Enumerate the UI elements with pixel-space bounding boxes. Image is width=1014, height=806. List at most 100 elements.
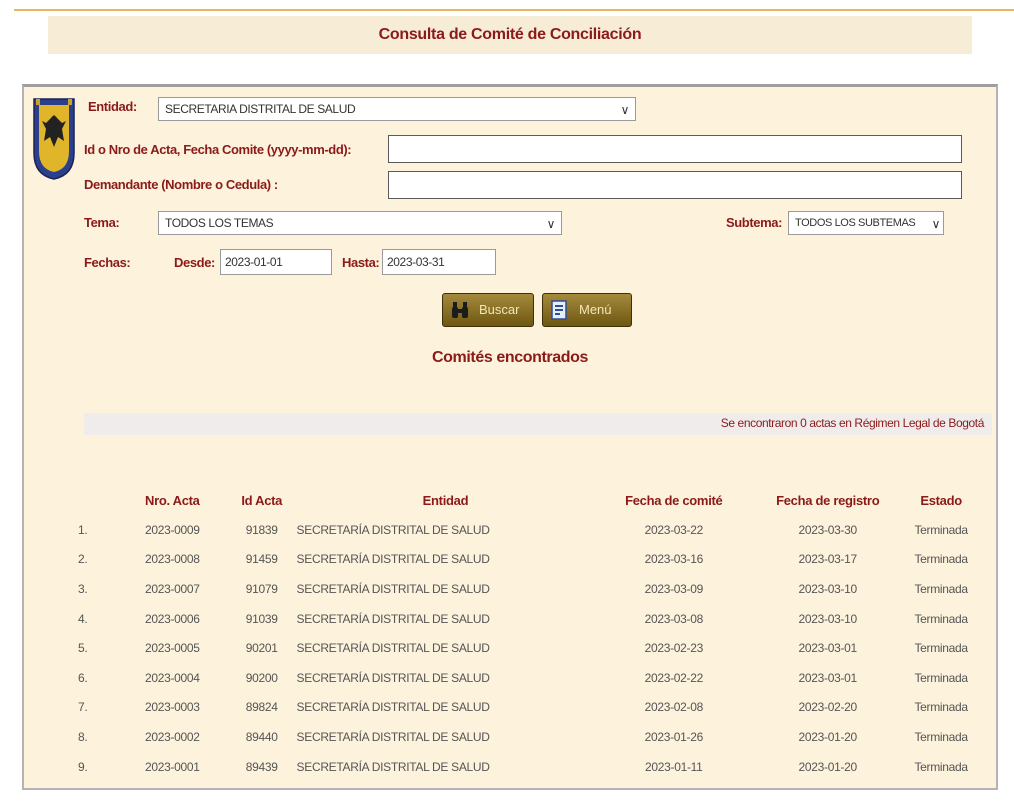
nro-acta-cell: 2023-0008 xyxy=(144,552,200,567)
table-header-row: Nro. Acta Id Acta Entidad Fecha de comit… xyxy=(72,485,980,515)
fecha-comite-cell: 2023-03-09 xyxy=(644,581,704,596)
table-row[interactable]: 4. 2023-0006 91039 SECRETARÍA DISTRITAL … xyxy=(72,604,980,634)
estado-cell: Terminada xyxy=(914,522,968,537)
entidad-label: Entidad: xyxy=(88,99,137,114)
entidad-cell: SECRETARÍA DISTRITAL DE SALUD xyxy=(296,581,490,596)
row-number: 9. xyxy=(78,759,88,774)
results-info-text: Se encontraron 0 actas en Régimen Legal … xyxy=(720,416,985,430)
table-row[interactable]: 7. 2023-0003 89824 SECRETARÍA DISTRITAL … xyxy=(72,693,980,723)
tema-select[interactable]: TODOS LOS TEMAS ∨ xyxy=(158,211,562,235)
fecha-registro-cell: 2023-03-01 xyxy=(798,641,858,656)
table-row[interactable]: 1. 2023-0009 91839 SECRETARÍA DISTRITAL … xyxy=(72,515,980,545)
table-row[interactable]: 2. 2023-0008 91459 SECRETARÍA DISTRITAL … xyxy=(72,545,980,575)
table-row[interactable]: 8. 2023-0002 89440 SECRETARÍA DISTRITAL … xyxy=(72,722,980,752)
col-header-fecha-comite: Fecha de comité xyxy=(625,492,723,508)
nro-acta-cell: 2023-0006 xyxy=(144,611,200,626)
nro-acta-cell: 2023-0002 xyxy=(144,729,200,744)
id-acta-cell: 91839 xyxy=(245,522,278,537)
results-title: Comités encontrados xyxy=(432,349,588,366)
entidad-cell: SECRETARÍA DISTRITAL DE SALUD xyxy=(296,641,490,656)
nro-acta-cell: 2023-0005 xyxy=(144,641,200,656)
estado-cell: Terminada xyxy=(914,729,968,744)
fecha-registro-cell: 2023-02-20 xyxy=(798,700,858,715)
desde-input[interactable]: 2023-01-01 xyxy=(220,249,332,275)
fechas-label: Fechas: xyxy=(84,255,131,270)
estado-cell: Terminada xyxy=(914,700,968,715)
fecha-registro-cell: 2023-03-17 xyxy=(798,552,858,567)
buscar-button[interactable]: Buscar xyxy=(442,293,534,327)
entidad-cell: SECRETARÍA DISTRITAL DE SALUD xyxy=(296,729,490,744)
fecha-comite-cell: 2023-03-16 xyxy=(644,552,704,567)
row-number: 2. xyxy=(78,552,88,567)
id-acta-cell: 90200 xyxy=(245,670,278,685)
demandante-input[interactable] xyxy=(388,171,962,199)
entidad-select[interactable]: SECRETARIA DISTRITAL DE SALUD ∨ xyxy=(158,97,636,121)
chevron-down-icon: ∨ xyxy=(546,217,556,231)
acta-label: Id o Nro de Acta, Fecha Comite (yyyy-mm-… xyxy=(84,142,352,157)
id-acta-cell: 91039 xyxy=(245,611,278,626)
nro-acta-cell: 2023-0001 xyxy=(144,759,200,774)
results-table: Nro. Acta Id Acta Entidad Fecha de comit… xyxy=(72,485,980,781)
row-number: 5. xyxy=(78,641,88,656)
entidad-cell: SECRETARÍA DISTRITAL DE SALUD xyxy=(296,700,490,715)
demandante-label: Demandante (Nombre o Cedula) : xyxy=(84,177,278,192)
nro-acta-cell: 2023-0009 xyxy=(144,522,200,537)
tema-label: Tema: xyxy=(84,215,120,230)
document-icon xyxy=(551,300,567,320)
id-acta-cell: 91079 xyxy=(245,581,278,596)
estado-cell: Terminada xyxy=(914,552,968,567)
binoculars-icon xyxy=(452,302,468,318)
fecha-registro-cell: 2023-01-20 xyxy=(798,759,858,774)
table-row[interactable]: 5. 2023-0005 90201 SECRETARÍA DISTRITAL … xyxy=(72,633,980,663)
estado-cell: Terminada xyxy=(914,611,968,626)
id-acta-cell: 91459 xyxy=(245,552,278,567)
fecha-comite-cell: 2023-01-26 xyxy=(644,729,704,744)
row-number: 4. xyxy=(78,611,88,626)
fecha-registro-cell: 2023-01-20 xyxy=(798,729,858,744)
col-header-fecha-registro: Fecha de registro xyxy=(776,492,880,508)
nro-acta-cell: 2023-0007 xyxy=(144,581,200,596)
entidad-cell: SECRETARÍA DISTRITAL DE SALUD xyxy=(296,522,490,537)
chevron-down-icon: ∨ xyxy=(931,217,941,231)
entidad-value: SECRETARIA DISTRITAL DE SALUD xyxy=(165,102,356,116)
acta-input[interactable] xyxy=(388,135,962,163)
col-header-entidad: Entidad xyxy=(422,492,469,508)
bogota-coat-of-arms-icon xyxy=(33,98,75,180)
top-divider xyxy=(14,9,1014,11)
fecha-comite-cell: 2023-03-08 xyxy=(644,611,704,626)
estado-cell: Terminada xyxy=(914,641,968,656)
entidad-cell: SECRETARÍA DISTRITAL DE SALUD xyxy=(296,611,490,626)
chevron-down-icon: ∨ xyxy=(620,103,630,117)
id-acta-cell: 89439 xyxy=(245,759,278,774)
table-row[interactable]: 9. 2023-0001 89439 SECRETARÍA DISTRITAL … xyxy=(72,752,980,782)
hasta-input[interactable]: 2023-03-31 xyxy=(382,249,496,275)
table-row[interactable]: 3. 2023-0007 91079 SECRETARÍA DISTRITAL … xyxy=(72,574,980,604)
desde-label: Desde: xyxy=(174,255,215,270)
estado-cell: Terminada xyxy=(914,581,968,596)
row-number: 6. xyxy=(78,670,88,685)
row-number: 3. xyxy=(78,581,88,596)
col-header-id-acta: Id Acta xyxy=(241,492,283,508)
subtema-select[interactable]: TODOS LOS SUBTEMAS ∨ xyxy=(788,211,944,235)
id-acta-cell: 89440 xyxy=(245,729,278,744)
info-bar: Se encontraron 0 actas en Régimen Legal … xyxy=(84,413,992,435)
menu-label: Menú xyxy=(579,302,612,317)
menu-button[interactable]: Menú xyxy=(542,293,632,327)
fecha-comite-cell: 2023-02-23 xyxy=(644,641,704,656)
page-title: Consulta de Comité de Conciliación xyxy=(48,16,972,54)
search-panel: Entidad: SECRETARIA DISTRITAL DE SALUD ∨… xyxy=(22,84,998,790)
fecha-registro-cell: 2023-03-01 xyxy=(798,670,858,685)
row-number: 1. xyxy=(78,522,88,537)
id-acta-cell: 90201 xyxy=(245,641,278,656)
entidad-cell: SECRETARÍA DISTRITAL DE SALUD xyxy=(296,670,490,685)
nro-acta-cell: 2023-0004 xyxy=(144,670,200,685)
nro-acta-cell: 2023-0003 xyxy=(144,700,200,715)
col-header-nro-acta: Nro. Acta xyxy=(145,492,200,508)
estado-cell: Terminada xyxy=(914,670,968,685)
fecha-registro-cell: 2023-03-30 xyxy=(798,522,858,537)
hasta-label: Hasta: xyxy=(342,255,380,270)
buscar-label: Buscar xyxy=(479,302,520,317)
fecha-comite-cell: 2023-02-08 xyxy=(644,700,704,715)
col-header-estado: Estado xyxy=(920,492,962,508)
table-row[interactable]: 6. 2023-0004 90200 SECRETARÍA DISTRITAL … xyxy=(72,663,980,693)
